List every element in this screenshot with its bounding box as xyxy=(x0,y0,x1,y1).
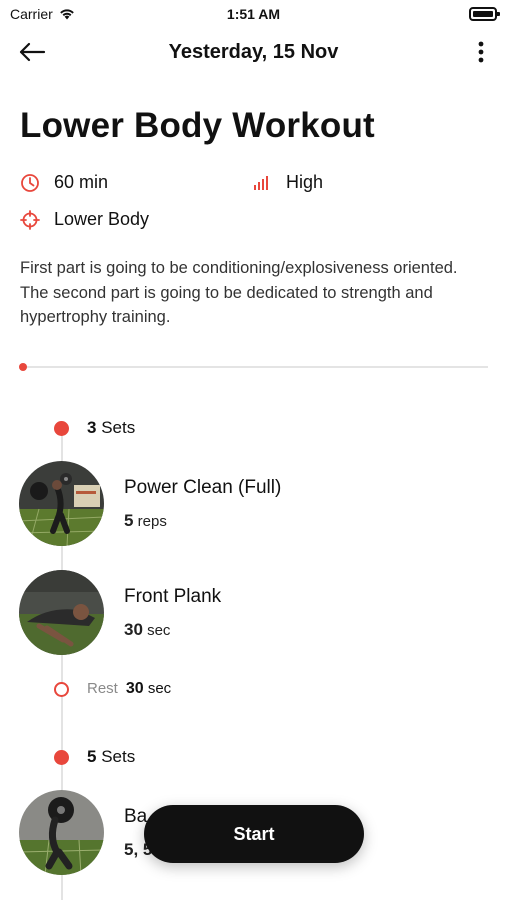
page-title: Yesterday, 15 Nov xyxy=(168,41,339,63)
set-marker-dot xyxy=(54,420,69,436)
workout-progress-bar xyxy=(19,363,488,371)
target-value: Lower Body xyxy=(54,209,150,229)
intensity-info: High xyxy=(252,172,323,193)
intensity-value: High xyxy=(286,172,324,192)
exercise-amount-unit: sec xyxy=(147,621,171,639)
status-bar: Carrier 1:51 AM xyxy=(0,0,507,28)
set-block-header: 5 Sets xyxy=(54,747,135,767)
nav-bar: Yesterday, 15 Nov xyxy=(0,28,507,80)
crosshair-icon xyxy=(20,209,40,230)
exercise-thumbnail xyxy=(19,570,104,655)
target-info: Lower Body xyxy=(20,209,149,230)
exercise-amount-value: 30 xyxy=(124,619,143,639)
exercise-thumbnail xyxy=(19,461,104,546)
more-options-button[interactable] xyxy=(469,38,493,70)
duration-info: 60 min xyxy=(20,172,108,193)
exercise-item[interactable]: Ba 5, 5 xyxy=(19,790,152,875)
rest-value: 30 sec xyxy=(126,680,171,697)
exercise-info: Front Plank 30 sec xyxy=(124,586,221,640)
more-vertical-icon xyxy=(478,41,484,68)
exercise-item[interactable]: Front Plank 30 sec xyxy=(19,570,221,655)
set-count: 3 Sets xyxy=(87,418,135,438)
signal-bars-icon xyxy=(252,173,272,193)
rest-amount: 30 xyxy=(125,680,144,697)
battery-icon xyxy=(469,7,500,21)
clock-icon xyxy=(20,173,40,193)
rest-marker-dot xyxy=(54,681,69,697)
status-time: 1:51 AM xyxy=(226,6,281,22)
rest-unit: sec xyxy=(147,680,172,697)
start-button[interactable]: Start xyxy=(144,805,364,863)
exercise-info: Power Clean (Full) 5 reps xyxy=(124,477,281,531)
exercise-item[interactable]: Power Clean (Full) 5 reps xyxy=(19,461,281,546)
exercise-amount-value: 5 xyxy=(124,510,134,530)
exercise-name: Power Clean (Full) xyxy=(124,476,282,498)
set-block-header: 3 Sets xyxy=(54,418,135,438)
set-count-number: 3 xyxy=(87,418,97,437)
set-count-label: Sets xyxy=(101,418,136,437)
exercise-amount-unit: reps xyxy=(137,512,167,530)
duration-value: 60 min xyxy=(54,172,109,192)
set-count: 5 Sets xyxy=(87,747,135,767)
rest-item: Rest 30 sec xyxy=(54,680,171,698)
rest-info: Rest 30 sec xyxy=(87,680,171,698)
workout-title: Lower Body Workout xyxy=(20,106,375,145)
rest-label: Rest xyxy=(87,680,118,697)
exercise-amount: 5 reps xyxy=(124,511,281,531)
exercise-thumbnail xyxy=(19,790,104,875)
workout-description: First part is going to be conditioning/e… xyxy=(20,259,458,326)
set-count-label: Sets xyxy=(101,747,136,766)
progress-indicator xyxy=(19,363,27,371)
exercise-amount: 30 sec xyxy=(124,620,221,640)
exercise-name: Front Plank xyxy=(124,585,222,607)
set-marker-dot xyxy=(54,749,69,765)
set-count-number: 5 xyxy=(87,747,97,766)
